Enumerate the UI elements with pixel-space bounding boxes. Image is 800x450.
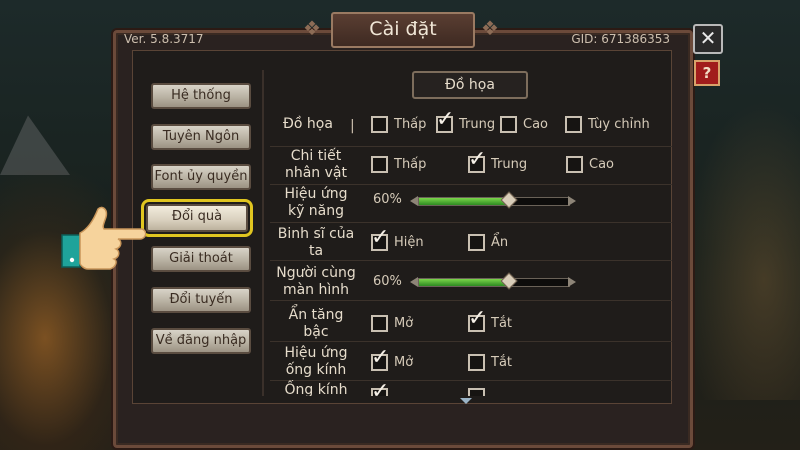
- skill-effect-percent: 60%: [373, 192, 402, 207]
- setting-row-lens-effect: Hiệu ứng ống kính Mở Tắt: [270, 342, 672, 381]
- pointing-hand-icon: [61, 206, 146, 270]
- close-button[interactable]: ✕: [693, 24, 723, 54]
- help-icon: ?: [702, 64, 712, 82]
- same-screen-percent: 60%: [373, 274, 402, 289]
- sidebar-item-font[interactable]: Font ủy quyền: [151, 164, 251, 190]
- option-lens-partial-on[interactable]: [371, 381, 394, 396]
- slider-left-arrow-icon[interactable]: [410, 277, 418, 287]
- setting-label-same-screen: Người cùng màn hình: [276, 265, 356, 298]
- help-button[interactable]: ?: [694, 60, 720, 86]
- checkbox[interactable]: [371, 156, 388, 173]
- option-lens-off[interactable]: Tắt: [468, 354, 512, 371]
- gid-text: GID: 671386353: [571, 32, 670, 46]
- background-glow-right: [680, 100, 800, 400]
- checkbox-checked[interactable]: [436, 109, 454, 133]
- sidebar-item-release[interactable]: Giải thoát: [151, 246, 251, 272]
- version-text: Ver. 5.8.3717: [124, 32, 204, 46]
- slider-left-arrow-icon[interactable]: [410, 196, 418, 206]
- setting-row-character-detail: Chi tiết nhân vật Thấp Trung Cao: [270, 146, 672, 185]
- setting-label-skill-effect: Hiệu ứng kỹ năng: [284, 186, 348, 219]
- checkbox[interactable]: [468, 354, 485, 371]
- checkbox[interactable]: [468, 234, 485, 251]
- setting-row-same-screen: Người cùng màn hình 60%: [270, 262, 672, 301]
- separator: |: [350, 118, 355, 134]
- sidebar-item-change-server[interactable]: Đổi tuyến: [151, 287, 251, 313]
- tent-shape: [0, 115, 70, 175]
- option-detail-medium[interactable]: Trung: [468, 149, 527, 173]
- checkbox[interactable]: [468, 388, 485, 396]
- option-graphics-high[interactable]: Cao: [500, 116, 548, 133]
- checkbox[interactable]: [565, 116, 582, 133]
- slider-fill: [419, 279, 509, 286]
- slider-track: [418, 278, 570, 287]
- option-lens-partial-off[interactable]: [468, 388, 491, 396]
- checkbox-checked[interactable]: [468, 308, 486, 332]
- checkbox[interactable]: [371, 116, 388, 133]
- settings-title: Cài đặt: [331, 12, 475, 48]
- option-soldiers-show[interactable]: Hiện: [371, 227, 424, 251]
- checkbox[interactable]: [371, 315, 388, 332]
- sidebar-item-system[interactable]: Hệ thống: [151, 83, 251, 109]
- option-graphics-low[interactable]: Thấp: [371, 116, 426, 133]
- same-screen-slider[interactable]: [410, 272, 576, 290]
- checkbox-checked[interactable]: [371, 347, 389, 371]
- setting-label-character-detail: Chi tiết nhân vật: [284, 148, 347, 181]
- sidebar-item-back-to-login[interactable]: Về đăng nhập: [151, 328, 251, 354]
- option-detail-high[interactable]: Cao: [566, 156, 614, 173]
- option-graphics-custom[interactable]: Tùy chỉnh: [565, 116, 650, 133]
- option-graphics-medium[interactable]: Trung: [436, 109, 495, 133]
- option-soldiers-hide[interactable]: Ẩn: [468, 234, 508, 251]
- option-rank-on[interactable]: Mở: [371, 315, 413, 332]
- setting-row-skill-effect: Hiệu ứng kỹ năng 60%: [270, 184, 672, 223]
- setting-label-lens-partial: Ống kính: [284, 382, 348, 396]
- skill-effect-slider[interactable]: [410, 191, 576, 209]
- setting-row-own-soldiers: Binh sĩ của ta Hiện Ẩn: [270, 222, 672, 261]
- slider-fill: [419, 198, 509, 205]
- setting-label-hide-rank: Ẩn tăng bậc: [288, 307, 344, 340]
- setting-label-graphics: Đồ họa: [283, 116, 333, 132]
- title-ornament-right-icon: ❖: [481, 16, 499, 40]
- setting-label-own-soldiers: Binh sĩ của ta: [277, 226, 355, 259]
- option-lens-on[interactable]: Mở: [371, 347, 413, 371]
- title-ornament-left-icon: ❖: [303, 16, 321, 40]
- slider-right-arrow-icon[interactable]: [568, 196, 576, 206]
- checkbox-checked[interactable]: [468, 149, 486, 173]
- checkbox-checked[interactable]: [371, 227, 389, 251]
- sidebar-item-gift-exchange[interactable]: Đổi quà: [141, 199, 253, 237]
- setting-row-graphics: Đồ họa | Thấp Trung Cao Tùy chỉnh: [270, 108, 672, 147]
- sidebar-item-manifesto[interactable]: Tuyên Ngôn: [151, 124, 251, 150]
- checkbox[interactable]: [566, 156, 583, 173]
- option-detail-low[interactable]: Thấp: [371, 156, 426, 173]
- slider-right-arrow-icon[interactable]: [568, 277, 576, 287]
- section-title: Đồ họa: [445, 77, 495, 93]
- checkbox-checked[interactable]: [371, 381, 389, 396]
- setting-row-hide-rank: Ẩn tăng bậc Mở Tắt: [270, 303, 672, 342]
- setting-row-lens-partial: Ống kính: [270, 380, 672, 396]
- scroll-down-icon[interactable]: [460, 398, 472, 404]
- section-header-graphics: Đồ họa: [412, 71, 528, 99]
- slider-track: [418, 197, 570, 206]
- nav-divider: [262, 70, 264, 396]
- option-rank-off[interactable]: Tắt: [468, 308, 512, 332]
- setting-label-lens-effect: Hiệu ứng ống kính: [284, 345, 348, 378]
- checkbox[interactable]: [500, 116, 517, 133]
- close-icon: ✕: [699, 26, 717, 50]
